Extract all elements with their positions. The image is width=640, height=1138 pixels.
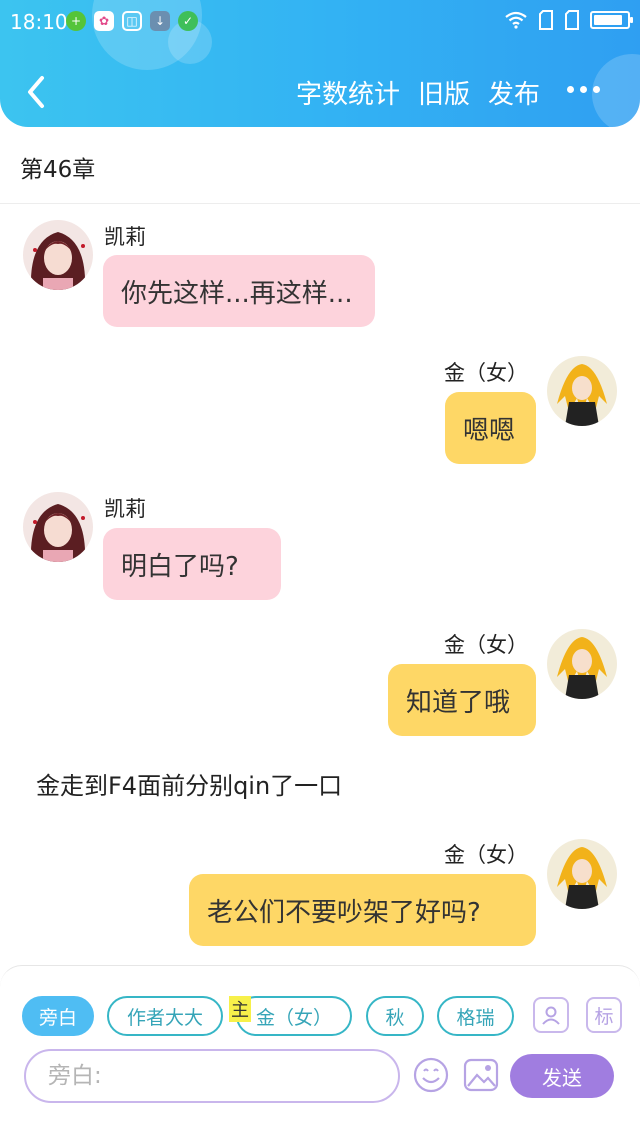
role-chip-qiu[interactable]: 秋 (366, 996, 424, 1036)
download-icon: ↓ (150, 11, 170, 31)
wifi-icon (505, 11, 527, 29)
chat-bubble[interactable]: 嗯嗯 (445, 392, 536, 464)
avatar-kaili[interactable] (23, 220, 93, 290)
role-chip-jin[interactable]: 金（女） (236, 996, 352, 1036)
header-actions: 字数统计 旧版 发布 (296, 74, 540, 111)
chat-bubble[interactable]: 知道了哦 (388, 664, 536, 736)
role-chip-author[interactable]: 作者大大 (107, 996, 223, 1036)
speaker-name: 金（女） (444, 361, 528, 385)
message-input-wrapper (24, 1049, 400, 1103)
avatar-jin[interactable] (547, 629, 617, 699)
battery-icon (590, 11, 633, 29)
plus-app-icon: + (66, 11, 86, 31)
emoji-icon[interactable] (412, 1056, 450, 1094)
system-icons (504, 10, 633, 30)
avatar-jin[interactable] (547, 839, 617, 909)
add-character-button[interactable] (533, 997, 569, 1033)
avatar-jin[interactable] (547, 356, 617, 426)
shield-app-icon: ✓ (178, 11, 198, 31)
back-arrow-icon[interactable] (20, 72, 56, 112)
scan-app-icon: ◫ (122, 11, 142, 31)
image-icon[interactable] (462, 1056, 500, 1094)
publish-button[interactable]: 发布 (488, 74, 540, 111)
app-header: 18:10 + ✿ ◫ ↓ ✓ 字数统计 旧版 发布 (0, 0, 640, 127)
sim-card-icon (565, 10, 579, 30)
speaker-name: 金（女） (444, 633, 528, 657)
word-count-button[interactable]: 字数统计 (296, 74, 400, 111)
status-time: 18:10 (10, 10, 68, 34)
role-chip-gerui[interactable]: 格瑞 (437, 996, 514, 1036)
send-button[interactable]: 发送 (510, 1054, 614, 1098)
more-options-icon[interactable] (567, 86, 600, 93)
chat-bubble[interactable]: 你先这样...再这样... (103, 255, 375, 327)
chapter-title: 第46章 (20, 157, 96, 183)
narration-text[interactable]: 金走到F4面前分别qin了一口 (36, 766, 342, 801)
chat-bubble[interactable]: 明白了吗? (103, 528, 281, 600)
notification-icons: + ✿ ◫ ↓ ✓ (66, 11, 198, 31)
speaker-name: 金（女） (444, 843, 528, 867)
message-input[interactable] (48, 1063, 368, 1089)
old-version-button[interactable]: 旧版 (418, 74, 470, 111)
status-bar: 18:10 + ✿ ◫ ↓ ✓ (0, 0, 640, 44)
speaker-name: 凯莉 (104, 497, 146, 521)
person-icon (542, 1006, 560, 1025)
flower-app-icon: ✿ (94, 11, 114, 31)
chat-bubble[interactable]: 老公们不要吵架了好吗? (189, 874, 536, 946)
sim-card-icon (539, 10, 553, 30)
avatar-kaili[interactable] (23, 492, 93, 562)
divider (0, 203, 640, 204)
main-character-tag: 主 (229, 996, 251, 1022)
tag-button[interactable]: 标 (586, 997, 622, 1033)
speaker-name: 凯莉 (104, 225, 146, 249)
role-chip-narration[interactable]: 旁白 (22, 996, 94, 1036)
